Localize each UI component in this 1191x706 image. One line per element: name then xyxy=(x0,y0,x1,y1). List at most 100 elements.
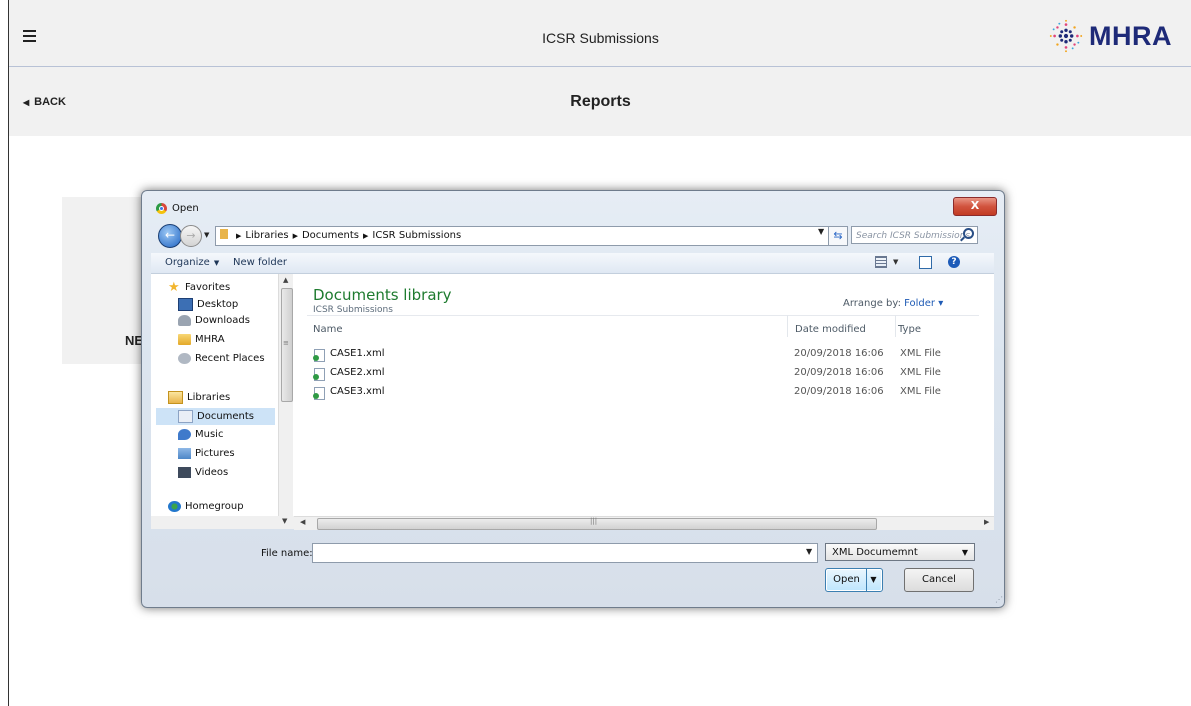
recent-locations-dropdown-icon[interactable]: ▼ xyxy=(204,231,209,239)
nav-item-label: Pictures xyxy=(195,448,235,459)
nav-forward-button[interactable]: → xyxy=(180,225,202,247)
recent-places-icon xyxy=(178,353,191,364)
breadcrumb-documents[interactable]: Documents xyxy=(302,230,359,241)
organize-menu[interactable]: Organize ▼ xyxy=(165,257,219,268)
nav-item-downloads[interactable]: Downloads xyxy=(178,315,250,326)
refresh-icon: ⇆ xyxy=(833,229,843,242)
search-input[interactable]: Search ICSR Submissions xyxy=(851,226,978,244)
nav-item-favorites[interactable]: ★ Favorites xyxy=(168,281,230,294)
nav-item-music[interactable]: Music xyxy=(178,429,223,440)
arrange-label: Arrange by: xyxy=(843,298,901,309)
column-header-name[interactable]: Name xyxy=(313,315,788,337)
file-row[interactable]: CASE1.xml 20/09/2018 16:06 XML File xyxy=(307,346,979,364)
nav-item-videos[interactable]: Videos xyxy=(178,467,228,478)
folder-icon xyxy=(178,334,191,345)
arrange-value-dropdown[interactable]: Folder ▾ xyxy=(904,298,943,309)
new-folder-button[interactable]: New folder xyxy=(233,257,287,268)
breadcrumb-icsr-submissions[interactable]: ICSR Submissions xyxy=(372,230,461,241)
file-row[interactable]: CASE2.xml 20/09/2018 16:06 XML File xyxy=(307,365,979,383)
chevron-down-icon[interactable]: ▼ xyxy=(893,258,898,266)
file-date: 20/09/2018 16:06 xyxy=(794,348,884,359)
close-button[interactable]: X xyxy=(953,197,997,216)
scroll-grip-icon: ≡ xyxy=(283,339,289,347)
file-date: 20/09/2018 16:06 xyxy=(794,386,884,397)
address-bar[interactable]: ▶ Libraries ▶ Documents ▶ ICSR Submissions xyxy=(215,226,829,246)
resize-grip-icon[interactable]: ⋰ xyxy=(995,595,1003,604)
videos-icon xyxy=(178,467,191,478)
breadcrumb-libraries[interactable]: Libraries xyxy=(245,230,288,241)
file-name-label: File name: xyxy=(261,548,313,559)
refresh-button[interactable]: ⇆ xyxy=(828,226,848,246)
nav-item-documents[interactable]: Documents xyxy=(156,408,275,425)
open-button[interactable]: Open ▼ xyxy=(825,568,883,592)
nav-item-label: MHRA xyxy=(195,334,225,345)
scroll-grip-icon: ||| xyxy=(590,517,598,525)
file-date: 20/09/2018 16:06 xyxy=(794,367,884,378)
scroll-up-icon[interactable]: ▲ xyxy=(283,276,288,284)
app-title: ICSR Submissions xyxy=(542,30,659,46)
xml-file-icon xyxy=(313,387,325,400)
file-name: CASE3.xml xyxy=(330,386,385,397)
nav-item-label: Homegroup xyxy=(185,501,244,512)
nav-item-label: Videos xyxy=(195,467,229,478)
file-row[interactable]: CASE3.xml 20/09/2018 16:06 XML File xyxy=(307,384,979,402)
dialog-toolbar: Organize ▼ New folder ▼ ? xyxy=(151,253,994,274)
address-dropdown-icon[interactable]: ▼ xyxy=(818,227,824,236)
file-name-dropdown-icon[interactable]: ▼ xyxy=(806,547,812,556)
file-type: XML File xyxy=(900,386,941,397)
library-subtitle: ICSR Submissions xyxy=(313,305,393,315)
folder-icon xyxy=(220,229,228,239)
chevron-right-icon: ▶ xyxy=(292,232,298,240)
change-view-icon[interactable] xyxy=(875,256,887,268)
search-icon[interactable] xyxy=(963,228,974,239)
nav-item-desktop[interactable]: Desktop xyxy=(178,298,238,311)
navigation-pane: ★ Favorites Desktop Downloads MHRA Recent… xyxy=(151,274,278,529)
open-options-dropdown-icon[interactable]: ▼ xyxy=(867,569,881,591)
scroll-down-icon[interactable]: ▼ xyxy=(282,517,287,525)
mhra-logo-mark-icon xyxy=(1049,19,1083,53)
dialog-title-bar: Open xyxy=(156,203,199,214)
nav-pane-scroll-bottom: ▼ xyxy=(151,516,294,529)
nav-item-homegroup[interactable]: Homegroup xyxy=(168,501,244,512)
column-header-date-modified[interactable]: Date modified xyxy=(791,315,896,337)
scroll-left-icon[interactable]: ◀ xyxy=(300,518,305,526)
top-bar: ICSR Submissions MHRA xyxy=(9,0,1191,67)
dialog-content: ★ Favorites Desktop Downloads MHRA Recent… xyxy=(151,274,994,530)
file-list-horizontal-scrollbar[interactable]: ◀ ||| ▶ xyxy=(294,516,994,530)
nav-pane-scrollbar[interactable]: ▲ ≡ xyxy=(278,274,293,516)
file-type: XML File xyxy=(900,348,941,359)
open-label: Open xyxy=(828,569,867,591)
nav-item-pictures[interactable]: Pictures xyxy=(178,448,235,459)
pictures-icon xyxy=(178,448,191,459)
page-title: Reports xyxy=(570,93,631,110)
nav-item-libraries[interactable]: Libraries xyxy=(168,391,230,404)
dialog-title: Open xyxy=(172,203,199,214)
nav-item-mhra[interactable]: MHRA xyxy=(178,334,225,345)
file-name: CASE2.xml xyxy=(330,367,385,378)
chevron-down-icon: ▼ xyxy=(961,548,968,557)
libraries-icon xyxy=(168,391,183,404)
arrange-by: Arrange by: Folder ▾ xyxy=(843,298,943,309)
nav-item-label: Recent Places xyxy=(195,353,265,364)
chevron-down-icon: ▼ xyxy=(213,259,220,267)
nav-back-button[interactable]: ← xyxy=(158,224,182,248)
downloads-icon xyxy=(178,315,191,326)
file-name-input[interactable] xyxy=(312,543,818,563)
music-icon xyxy=(178,429,191,440)
file-list-pane: Documents library ICSR Submissions Arran… xyxy=(294,274,994,516)
logo-text: MHRA xyxy=(1089,20,1172,51)
scroll-right-icon[interactable]: ▶ xyxy=(984,518,989,526)
file-name: CASE1.xml xyxy=(330,348,385,359)
arrange-value: Folder xyxy=(904,298,936,309)
nav-item-label: Music xyxy=(195,429,224,440)
help-icon[interactable]: ? xyxy=(948,256,960,268)
desktop-icon xyxy=(178,298,193,311)
homegroup-icon xyxy=(168,501,181,512)
cancel-button[interactable]: Cancel xyxy=(904,568,974,592)
preview-pane-icon[interactable] xyxy=(919,256,932,269)
column-header-type[interactable]: Type xyxy=(898,315,958,337)
xml-file-icon xyxy=(313,349,325,362)
search-placeholder: Search ICSR Submissions xyxy=(856,231,971,241)
file-type-select[interactable]: XML Documemnt ▼ xyxy=(825,543,975,561)
nav-item-recent-places[interactable]: Recent Places xyxy=(178,353,265,364)
